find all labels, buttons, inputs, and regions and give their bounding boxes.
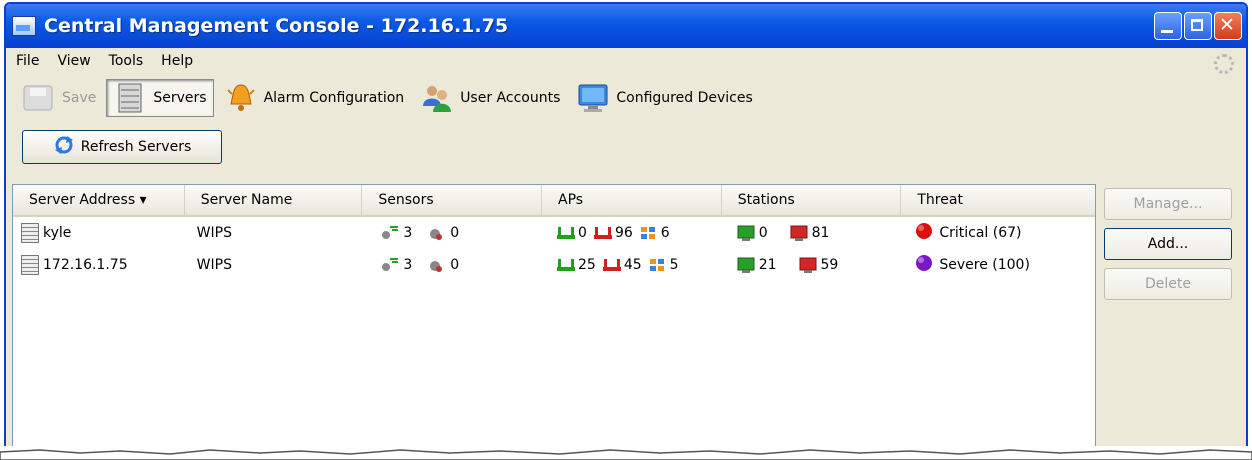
servers-button[interactable]: Servers	[106, 79, 214, 117]
torn-edge	[0, 446, 1252, 460]
ap-rogue-icon	[593, 225, 613, 241]
bell-icon	[224, 82, 258, 114]
sensors-down-count: 0	[450, 225, 460, 241]
delete-button[interactable]: Delete	[1104, 268, 1232, 300]
servers-icon	[113, 82, 147, 114]
threat-level: Critical (67)	[939, 225, 1022, 241]
add-button[interactable]: Add...	[1104, 228, 1232, 260]
station-authorized-icon	[736, 225, 756, 241]
manage-button[interactable]: Manage...	[1104, 188, 1232, 220]
server-address: kyle	[43, 225, 72, 241]
user-accounts-button[interactable]: User Accounts	[414, 79, 566, 117]
table-row[interactable]: kyle WIPS 3 0 0 96 6 0 81 Critical (67)	[13, 217, 1095, 249]
table-header: Server Address ▾ Server Name Sensors APs…	[13, 185, 1095, 217]
servers-table: Server Address ▾ Server Name Sensors APs…	[12, 184, 1096, 452]
aps-rogue-count: 45	[623, 257, 642, 273]
server-name: WIPS	[196, 225, 232, 241]
ap-authorized-icon	[556, 225, 576, 241]
station-rogue-icon	[789, 225, 809, 241]
stations-rogue-count: 81	[811, 225, 830, 241]
refresh-row: Refresh Servers	[6, 122, 1246, 172]
column-server-address[interactable]: Server Address ▾	[13, 185, 185, 215]
aps-other-count: 6	[660, 225, 670, 241]
threat-level: Severe (100)	[939, 257, 1030, 273]
window-controls: ✕	[1154, 12, 1242, 40]
alarm-configuration-button[interactable]: Alarm Configuration	[218, 79, 411, 117]
save-button[interactable]: Save	[16, 79, 102, 117]
stations-authorized-count: 21	[758, 257, 777, 273]
servers-label: Servers	[153, 90, 207, 106]
server-address: 172.16.1.75	[43, 257, 128, 273]
ap-other-icon	[648, 257, 668, 273]
sensor-up-icon	[380, 225, 400, 241]
column-server-name[interactable]: Server Name	[185, 185, 363, 215]
ap-authorized-icon	[556, 257, 576, 273]
menu-tools[interactable]: Tools	[109, 53, 144, 69]
alarm-configuration-label: Alarm Configuration	[263, 90, 405, 106]
column-stations[interactable]: Stations	[722, 185, 902, 215]
column-aps[interactable]: APs	[542, 185, 722, 215]
close-icon: ✕	[1219, 14, 1235, 36]
column-sensors[interactable]: Sensors	[362, 185, 543, 215]
sensors-up-count: 3	[403, 225, 413, 241]
stations-rogue-count: 59	[820, 257, 839, 273]
monitor-icon	[576, 82, 610, 114]
column-threat[interactable]: Threat	[901, 185, 1095, 215]
menu-help[interactable]: Help	[161, 53, 193, 69]
refresh-servers-button[interactable]: Refresh Servers	[22, 130, 222, 164]
threat-severe-icon	[915, 254, 933, 276]
aps-other-count: 5	[669, 257, 679, 273]
server-icon	[21, 255, 39, 275]
table-row[interactable]: 172.16.1.75 WIPS 3 0 25 45 5 21 59 Sever…	[13, 249, 1095, 281]
sensor-up-icon	[380, 257, 400, 273]
window-title: Central Management Console - 172.16.1.75	[44, 15, 509, 37]
aps-authorized-count: 25	[578, 257, 596, 273]
configured-devices-label: Configured Devices	[616, 90, 753, 106]
title-bar[interactable]: Central Management Console - 172.16.1.75…	[6, 4, 1246, 48]
configured-devices-button[interactable]: Configured Devices	[570, 79, 758, 117]
sensors-down-count: 0	[450, 257, 460, 273]
close-button[interactable]: ✕	[1214, 12, 1242, 40]
users-icon	[420, 82, 454, 114]
app-icon	[12, 16, 36, 36]
refresh-icon	[53, 135, 75, 159]
sensors-up-count: 3	[403, 257, 413, 273]
menu-view[interactable]: View	[57, 53, 90, 69]
user-accounts-label: User Accounts	[460, 90, 561, 106]
toolbar: Save Servers Alarm Configuration User Ac…	[6, 74, 1246, 122]
server-actions: Manage... Add... Delete	[1104, 188, 1232, 300]
menu-bar: File View Tools Help	[6, 48, 1246, 74]
stations-authorized-count: 0	[758, 225, 768, 241]
station-authorized-icon	[736, 257, 756, 273]
maximize-button[interactable]	[1184, 12, 1212, 40]
busy-indicator-icon	[1214, 54, 1234, 74]
minimize-button[interactable]	[1154, 12, 1182, 40]
station-rogue-icon	[798, 257, 818, 273]
save-label: Save	[62, 90, 97, 106]
server-name: WIPS	[196, 257, 232, 273]
save-icon	[22, 82, 56, 114]
ap-rogue-icon	[602, 257, 622, 273]
server-icon	[21, 223, 39, 243]
sensor-down-icon	[427, 225, 447, 241]
threat-critical-icon	[915, 222, 933, 244]
menu-file[interactable]: File	[16, 53, 39, 69]
ap-other-icon	[639, 225, 659, 241]
aps-rogue-count: 96	[614, 225, 633, 241]
aps-authorized-count: 0	[578, 225, 587, 241]
refresh-servers-label: Refresh Servers	[80, 139, 192, 155]
sensor-down-icon	[427, 257, 447, 273]
